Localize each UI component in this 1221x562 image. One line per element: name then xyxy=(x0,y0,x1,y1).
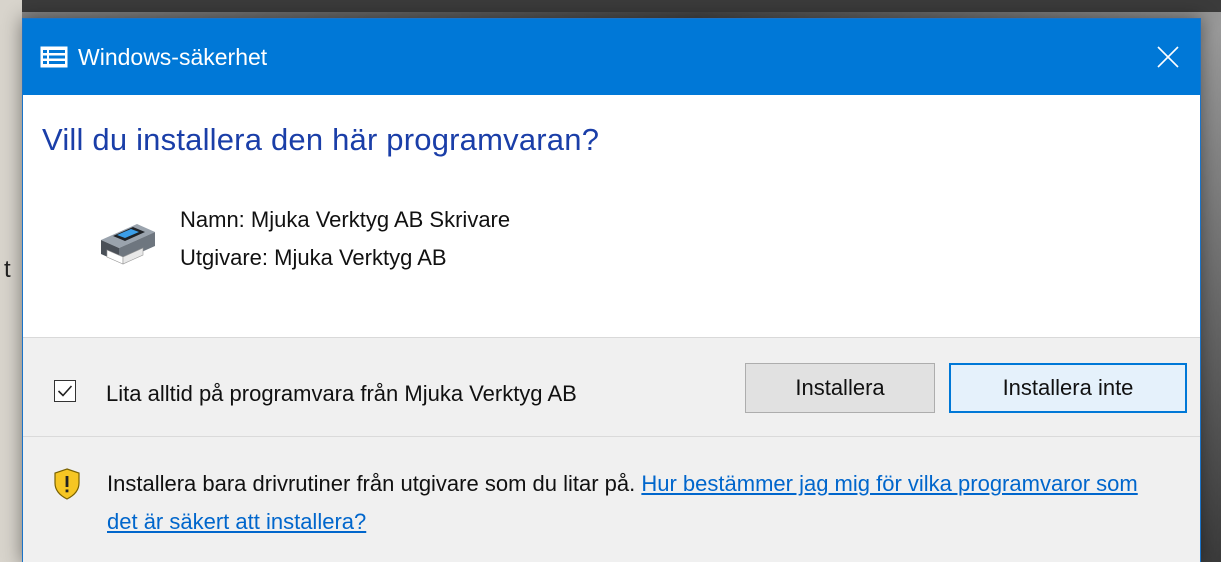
action-area: Lita alltid på programvara från Mjuka Ve… xyxy=(23,338,1200,437)
security-dialog: Windows-säkerhet Vill du installera den … xyxy=(22,18,1201,562)
footer-warning-text: Installera bara drivrutiner från utgivar… xyxy=(107,471,636,496)
driver-publisher: Utgivare: Mjuka Verktyg AB xyxy=(180,245,447,270)
footer-message: Installera bara drivrutiner från utgivar… xyxy=(107,465,1167,541)
checkmark-icon xyxy=(57,385,73,397)
always-trust-label[interactable]: Lita alltid på programvara från Mjuka Ve… xyxy=(106,381,577,407)
footer: Installera bara drivrutiner från utgivar… xyxy=(23,437,1200,562)
printer-icon xyxy=(93,218,159,268)
shield-warning-icon xyxy=(53,468,81,500)
list-window-icon xyxy=(40,46,68,68)
title-bar[interactable]: Windows-säkerhet xyxy=(23,19,1200,95)
always-trust-row[interactable]: Lita alltid på programvara från Mjuka Ve… xyxy=(54,375,577,407)
install-question: Vill du installera den här programvaran? xyxy=(42,122,600,157)
close-icon xyxy=(1157,46,1179,68)
install-button[interactable]: Installera xyxy=(745,363,935,413)
dont-install-button[interactable]: Installera inte xyxy=(949,363,1187,413)
driver-info: Namn: Mjuka Verktyg AB Skrivare Utgivare… xyxy=(180,201,510,277)
dialog-content: Vill du installera den här programvaran?… xyxy=(23,95,1200,337)
background-partial-text: t xyxy=(4,256,11,283)
window-title: Windows-säkerhet xyxy=(78,43,268,70)
close-button[interactable] xyxy=(1136,19,1200,95)
always-trust-checkbox[interactable] xyxy=(54,380,76,402)
driver-name: Namn: Mjuka Verktyg AB Skrivare xyxy=(180,207,511,232)
